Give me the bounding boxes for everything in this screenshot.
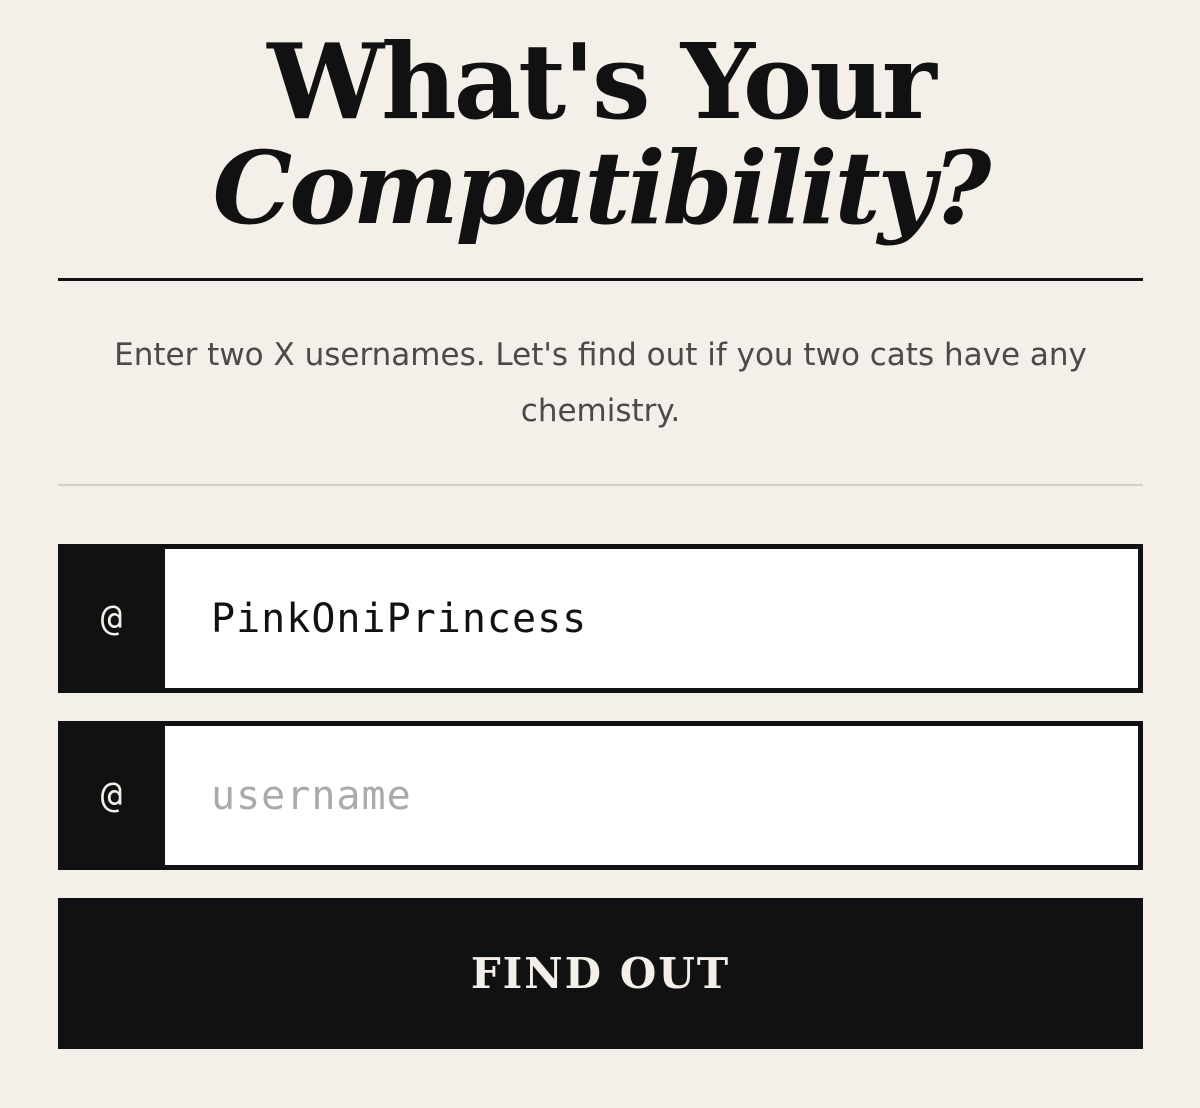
- at-symbol-prefix: @: [100, 775, 123, 816]
- username-field-1: @: [58, 544, 1143, 693]
- find-out-button[interactable]: FIND OUT: [58, 898, 1143, 1049]
- title-divider: [58, 278, 1143, 281]
- intro-divider: [58, 484, 1143, 486]
- username-input-1[interactable]: [165, 549, 1138, 688]
- username-field-2: @: [58, 721, 1143, 870]
- title-line-2: Compatibility?: [212, 129, 992, 247]
- title-line-1: What's Your: [267, 20, 936, 143]
- username-input-2[interactable]: [165, 726, 1138, 865]
- intro-text: Enter two X usernames. Let's find out if…: [114, 337, 1087, 429]
- at-symbol-prefix: @: [100, 598, 123, 639]
